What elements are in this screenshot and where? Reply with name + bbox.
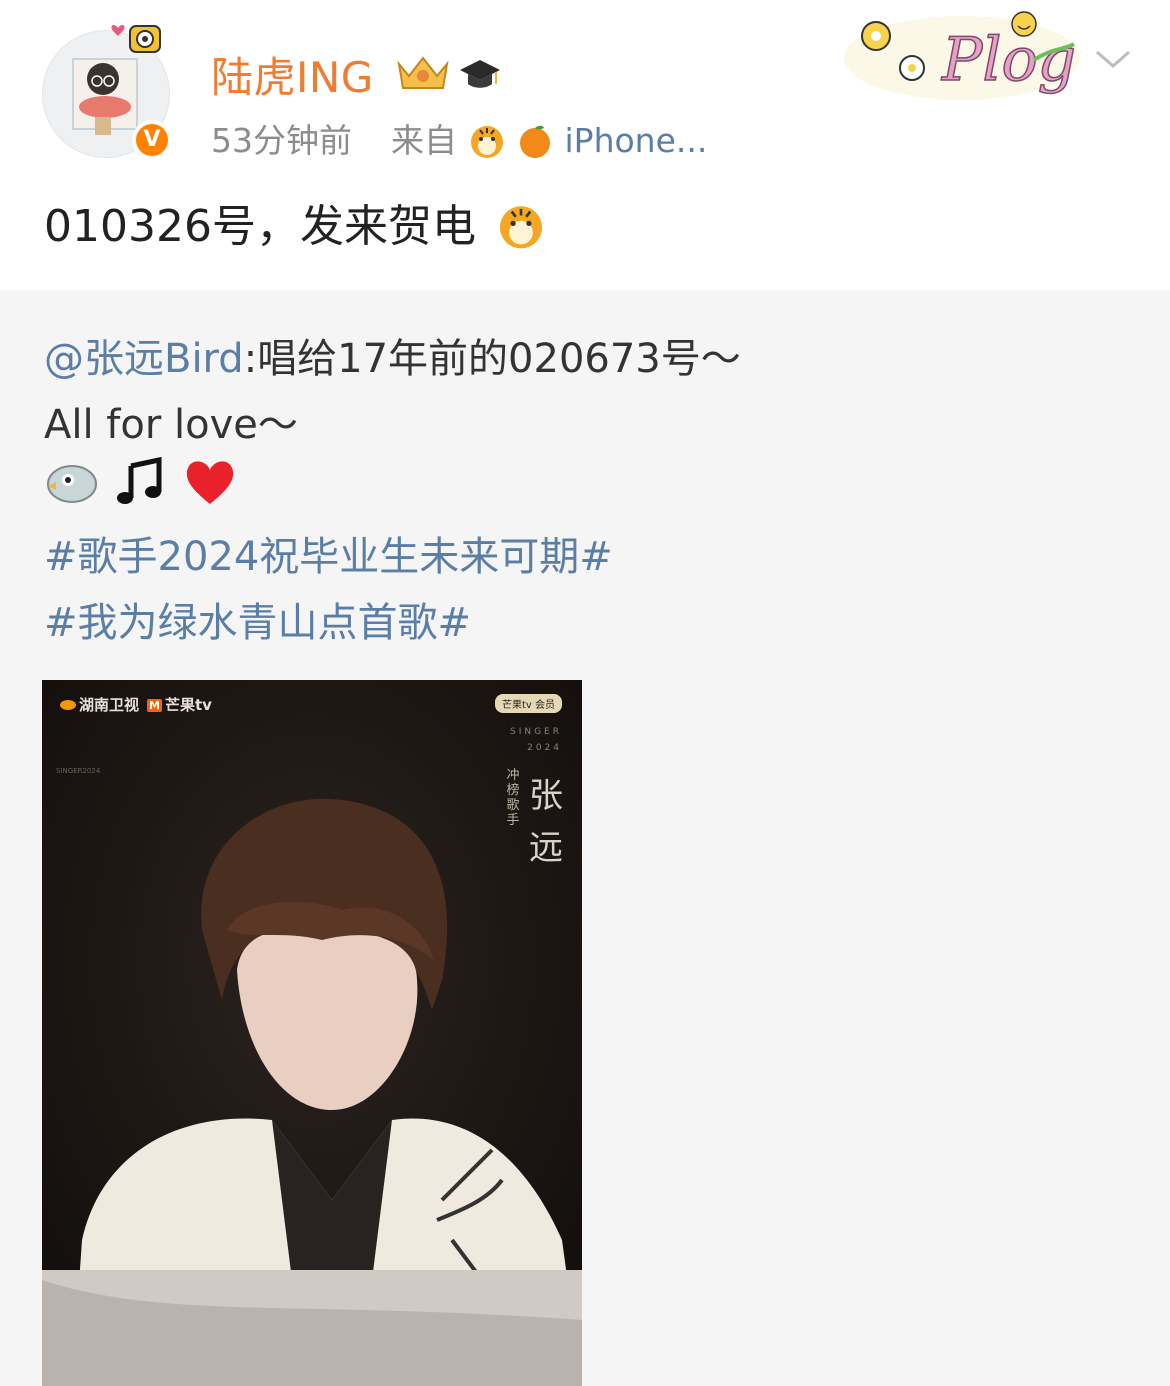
tiger-icon <box>470 126 503 158</box>
post-meta: 53分钟前 来自 iPhone... <box>211 114 707 162</box>
username[interactable]: 陆虎ING <box>211 44 374 105</box>
repost-text: :唱给17年前的020673号～ <box>243 336 741 382</box>
channel-logo-text: 湖南卫视 <box>79 696 140 714</box>
mention-link[interactable]: @张远Bird <box>44 336 244 382</box>
graduation-cap-icon[interactable] <box>458 56 502 92</box>
repost-text-line1: @张远Bird:唱给17年前的020673号～ <box>44 326 741 384</box>
topic-link-2[interactable]: #我为绿水青山点首歌# <box>44 590 471 648</box>
repost-photo[interactable]: 湖南卫视M芒果tv 芒果tv 会员 SINGER 2024 冲榜歌手 张远 SI… <box>42 680 582 1386</box>
singer-subtitle: 冲榜歌手 <box>506 768 520 828</box>
topic-link-1[interactable]: #歌手2024祝毕业生未来可期# <box>44 524 613 582</box>
plog-text: Plog <box>941 25 1076 95</box>
chevron-down-icon[interactable] <box>1094 44 1132 74</box>
post-time: 53分钟前 <box>211 121 352 160</box>
orange-fruit-icon <box>520 125 550 158</box>
verified-badge-icon: V <box>132 120 172 160</box>
weibo-post: V 陆虎ING 53分钟前 来自 iPhone... Plog 010326号，… <box>0 0 1170 1386</box>
bird-icon <box>47 465 97 503</box>
plog-sticker: Plog <box>844 11 1080 100</box>
singer-label-line2: 2024 <box>527 743 562 753</box>
portrait-image <box>42 680 582 1386</box>
channel-logo: 湖南卫视 M 芒果tv <box>60 694 212 715</box>
post-text-body: 010326号，发来贺电 <box>44 201 476 252</box>
post-source-link[interactable]: iPhone... <box>565 121 708 160</box>
repost-text-line2: All for love～ <box>44 402 298 448</box>
music-note-icon <box>117 456 162 504</box>
heart-icon <box>187 461 234 504</box>
post-text: 010326号，发来贺电 <box>44 190 546 254</box>
singer-label-line1: SINGER <box>509 727 562 737</box>
mango-tv-logo-text: 芒果tv <box>164 696 212 714</box>
repost-card[interactable]: @张远Bird:唱给17年前的020673号～ All for love～ #歌… <box>0 290 1170 1386</box>
emoji-row <box>44 454 246 510</box>
singer-name: 张远 <box>529 776 563 868</box>
crown-badge-icon[interactable] <box>395 52 451 94</box>
tiger-icon <box>499 206 543 249</box>
vip-badge: 芒果tv 会员 <box>494 694 562 713</box>
singer-label: SINGER 2024 <box>510 724 562 756</box>
source-prefix: 来自 <box>391 121 457 160</box>
vertical-watermark: SINGER2024 <box>56 740 100 802</box>
camera-heart-decoration-icon <box>111 25 161 53</box>
